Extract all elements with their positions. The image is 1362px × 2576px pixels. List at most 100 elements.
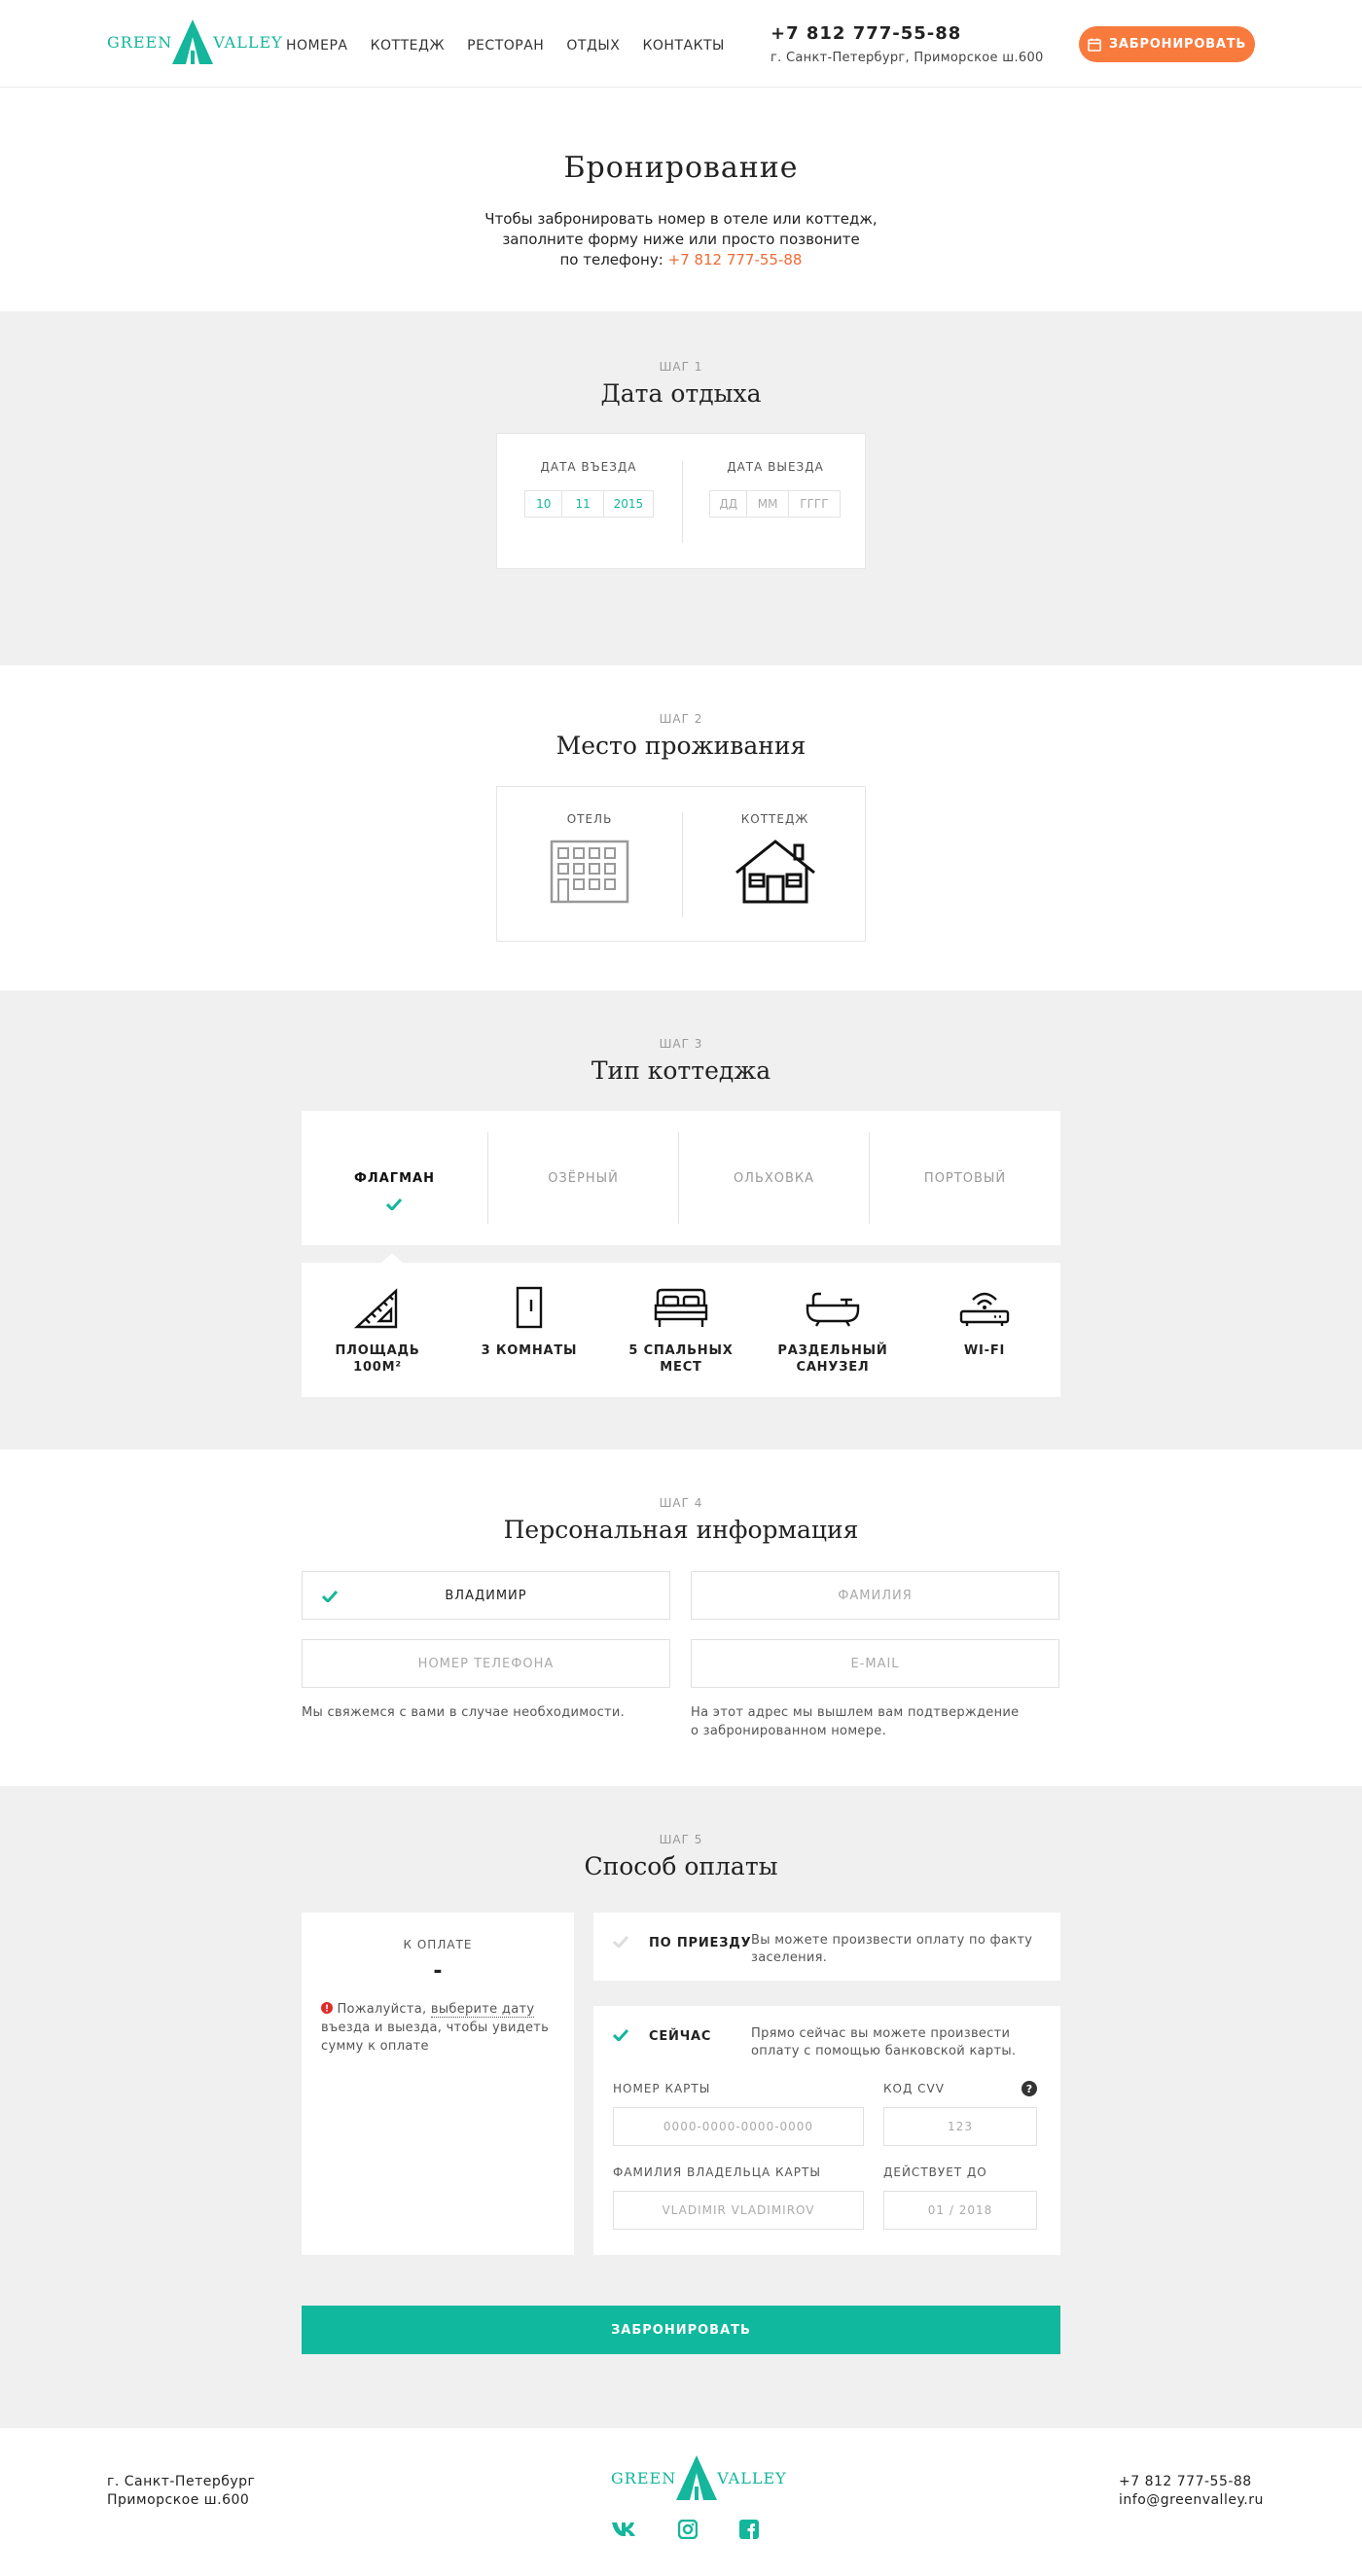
card-holder-field[interactable]: VLADIMIR VLADIMIROV <box>613 2191 864 2230</box>
tab-portovy[interactable]: Портовый <box>870 1111 1060 1245</box>
vk-icon[interactable] <box>611 2520 636 2537</box>
tab-ozerny[interactable]: Озёрный <box>488 1111 678 1245</box>
step4-title: Персональная информация <box>503 1516 859 1544</box>
checkout-label: Дата выезда <box>727 460 824 474</box>
accommodation-card: Отель Коттедж <box>496 786 866 942</box>
feature-area-line2: 100м² <box>353 1360 402 1375</box>
email-hint-line2: о забронированном номере. <box>691 1724 887 1738</box>
step5-title: Способ оплаты <box>584 1852 778 1880</box>
cvv-label: Код CVV <box>883 2082 945 2095</box>
pay-on-arrival-desc-line2: заселения. <box>751 1950 828 1965</box>
pay-now-label: Сейчас <box>649 2029 712 2044</box>
option-cottage-label: Коттедж <box>740 812 809 826</box>
bed-icon <box>654 1288 708 1327</box>
site-footer: г. Санкт-Петербург Приморское ш.600 GREE… <box>0 2428 1362 2576</box>
email-placeholder: E-mail <box>850 1656 900 1671</box>
instagram-icon[interactable] <box>678 2520 698 2539</box>
feature-beds-label: 5 спальных мест <box>605 1342 757 1376</box>
cvv-field[interactable]: 123 <box>883 2107 1037 2146</box>
feature-beds: 5 спальных мест <box>605 1263 757 1397</box>
tab-flagman[interactable]: Флагман <box>302 1111 487 1245</box>
calendar-icon <box>1088 38 1101 52</box>
checkout-year[interactable]: ГГГГ <box>789 491 840 517</box>
page-title: Бронирование <box>563 151 799 185</box>
check-icon <box>613 1936 628 1948</box>
footer-address-line2: Приморское ш.600 <box>107 2492 250 2508</box>
checkout-month[interactable]: ММ <box>747 491 789 517</box>
feature-bathroom-line1: Раздельный <box>777 1343 888 1358</box>
step4-section: Шаг 4 Персональная информация Владимир Ф… <box>0 1449 1362 1786</box>
feature-rooms: 3 комнаты <box>453 1263 605 1397</box>
checkout-date-input[interactable]: ДД ММ ГГГГ <box>709 490 841 518</box>
step3-section: Шаг 3 Тип коттеджа Флагман Озёрный Ольхо… <box>0 990 1362 1449</box>
nav-leisure[interactable]: Отдых <box>566 38 620 54</box>
email-hint-line1: На этот адрес мы вышлем вам подтверждени… <box>691 1705 1020 1720</box>
pay-on-arrival-desc-line1: Вы можете произвести оплату по факту <box>751 1933 1033 1948</box>
to-pay-label: К оплате <box>403 1938 473 1951</box>
logo-text-left: GREEN <box>107 32 173 52</box>
footer-phone[interactable]: +7 812 777-55-88 <box>1119 2473 1264 2491</box>
facebook-icon[interactable] <box>739 2520 759 2539</box>
warning-text-a: Пожалуйста, <box>337 2002 427 2017</box>
checkin-year[interactable]: 2015 <box>604 491 653 517</box>
header-book-button[interactable]: Забронировать <box>1079 26 1255 62</box>
submit-booking-label: Забронировать <box>611 2322 751 2338</box>
cvv-placeholder: 123 <box>948 2120 973 2133</box>
nav-cottage[interactable]: Коттедж <box>371 38 445 54</box>
nav-restaurant[interactable]: Ресторан <box>467 38 544 54</box>
header-phone[interactable]: +7 812 777-55-88 <box>771 23 961 44</box>
card-number-field[interactable]: 0000-0000-0000-0000 <box>613 2107 864 2146</box>
warning-text-b: въезда и выезда, чтобы увидеть <box>321 2021 550 2035</box>
option-hotel-label: Отель <box>566 812 613 826</box>
select-date-link[interactable]: выберите дату <box>430 2002 535 2018</box>
feature-area-line1: Площадь <box>335 1343 420 1358</box>
main-nav: Номера Коттедж Ресторан Отдых Контакты <box>286 35 742 54</box>
option-cottage[interactable]: Коттедж <box>683 787 867 943</box>
check-icon <box>386 1199 402 1210</box>
social-links <box>611 2520 759 2539</box>
checkin-month[interactable]: 11 <box>562 491 604 517</box>
step5-section: Шаг 5 Способ оплаты К оплате - Пожалуйст… <box>0 1786 1362 2428</box>
step2-label: Шаг 2 <box>659 712 703 726</box>
pay-now-desc: Прямо сейчас вы можете произвести оплату… <box>751 2025 1053 2060</box>
cottage-features: Площадь 100м² 3 комнаты <box>302 1263 1060 1397</box>
step2-section: Шаг 2 Место проживания Отель Коттедж <box>0 665 1362 990</box>
expiry-field[interactable]: 01 / 2018 <box>883 2191 1037 2230</box>
step3-title: Тип коттеджа <box>591 1056 771 1085</box>
step1-label: Шаг 1 <box>659 360 703 374</box>
email-field[interactable]: E-mail <box>691 1639 1059 1688</box>
pay-now-option[interactable]: Сейчас Прямо сейчас вы можете произвести… <box>593 2006 1060 2255</box>
help-icon[interactable]: ? <box>1022 2081 1037 2096</box>
to-pay-card: К оплате - Пожалуйста, выберите дату въе… <box>302 1913 574 2255</box>
footer-address-line1: г. Санкт-Петербург <box>107 2474 256 2489</box>
warning-icon <box>321 2002 333 2014</box>
intro-phone-link[interactable]: +7 812 777-55-88 <box>668 251 803 268</box>
date-card: Дата въезда 10 11 2015 Дата выезда ДД ММ… <box>496 433 866 569</box>
nav-contacts[interactable]: Контакты <box>642 38 724 54</box>
feature-wifi-line1: Wi-Fi <box>963 1343 1006 1358</box>
last-name-field[interactable]: Фамилия <box>691 1571 1059 1620</box>
tab-olkhovka[interactable]: Ольховка <box>679 1111 869 1245</box>
header-book-button-label: Забронировать <box>1108 37 1247 52</box>
feature-area-label: Площадь 100м² <box>302 1342 453 1376</box>
nav-rooms[interactable]: Номера <box>286 38 348 54</box>
phone-field[interactable]: Номер телефона <box>302 1639 670 1688</box>
feature-bathroom-label: Раздельный санузел <box>757 1342 909 1376</box>
feature-rooms-label: 3 комнаты <box>453 1342 605 1359</box>
intro-line-1: Чтобы забронировать номер в отеле или ко… <box>484 210 878 228</box>
submit-booking-button[interactable]: Забронировать <box>302 2306 1060 2354</box>
card-holder-placeholder: VLADIMIR VLADIMIROV <box>662 2203 815 2217</box>
checkin-day[interactable]: 10 <box>525 491 563 517</box>
pay-on-arrival-option[interactable]: По приезду Вы можете произвести оплату п… <box>593 1913 1060 1981</box>
first-name-field[interactable]: Владимир <box>302 1571 670 1620</box>
logo[interactable]: GREEN VALLEY <box>107 18 283 66</box>
checkin-date-input[interactable]: 10 11 2015 <box>524 490 654 518</box>
option-hotel[interactable]: Отель <box>497 787 682 943</box>
to-pay-value: - <box>433 1959 443 1984</box>
cottage-type-tabs: Флагман Озёрный Ольховка Портовый <box>302 1111 1060 1245</box>
checkout-day[interactable]: ДД <box>710 491 748 517</box>
footer-logo[interactable]: GREEN VALLEY <box>611 2453 787 2502</box>
hotel-building-icon <box>550 840 629 904</box>
phone-hint: Мы свяжемся с вами в случае необходимост… <box>302 1705 626 1720</box>
footer-email[interactable]: info@greenvalley.ru <box>1119 2491 1264 2510</box>
